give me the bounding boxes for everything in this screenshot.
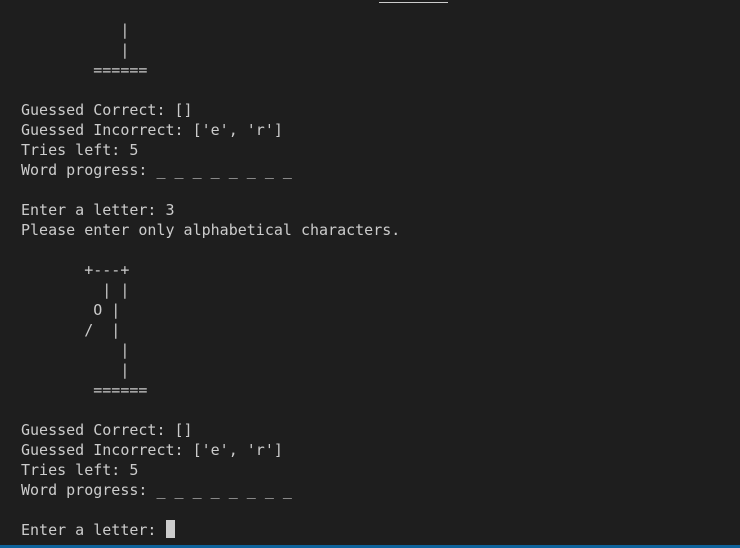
prompt-text: Enter a letter:: [21, 521, 166, 539]
output-line: Word progress: _ _ _ _ _ _ _ _: [21, 481, 292, 499]
top-divider: [379, 2, 448, 3]
output-line: |: [21, 41, 130, 59]
output-line: Guessed Correct: []: [21, 101, 193, 119]
text-cursor[interactable]: [165, 520, 175, 538]
output-line: Tries left: 5: [21, 461, 139, 479]
output-line: Please enter only alphabetical character…: [21, 221, 401, 239]
output-line: |: [21, 341, 130, 359]
output-line: Enter a letter: 3: [21, 201, 175, 219]
output-line: |: [21, 361, 130, 379]
input-line[interactable]: Enter a letter:: [21, 520, 400, 540]
output-line: +---+: [21, 261, 130, 279]
output-line: Guessed Incorrect: ['e', 'r']: [21, 441, 283, 459]
output-line: O |: [21, 301, 121, 319]
output-line: Guessed Correct: []: [21, 421, 193, 439]
terminal-window[interactable]: | | ====== Guessed Correct: [] Guessed Inc…: [0, 0, 740, 548]
output-line: |: [21, 21, 130, 39]
output-line: Tries left: 5: [21, 141, 139, 159]
terminal-output: | | ====== Guessed Correct: [] Guessed Inc…: [21, 20, 400, 540]
output-line: | |: [21, 281, 130, 299]
output-line: / |: [21, 321, 121, 339]
output-line: ======: [21, 381, 148, 399]
output-line: Word progress: _ _ _ _ _ _ _ _: [21, 161, 292, 179]
output-line: Guessed Incorrect: ['e', 'r']: [21, 121, 283, 139]
output-line: ======: [21, 61, 148, 79]
